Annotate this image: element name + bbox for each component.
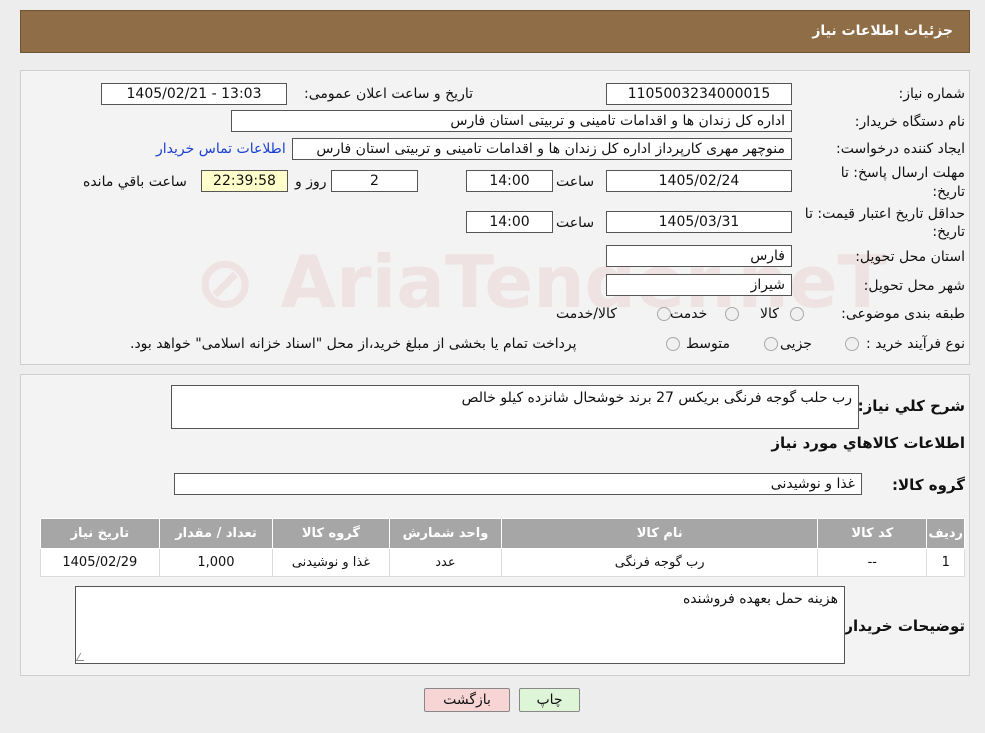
province-label: استان محل تحویل:: [855, 249, 965, 265]
buyer-notes-text: هزینه حمل بعهده فروشنده: [682, 591, 838, 607]
announce-datetime-field: 1405/02/21 - 13:03: [101, 83, 287, 105]
process-option-minor: جزیی: [780, 336, 812, 352]
col-row: رديف: [926, 518, 965, 549]
deadline-time-label: ساعت: [556, 174, 595, 190]
category-label: طبقه بندی موضوعی:: [841, 306, 965, 322]
category-radio-goods[interactable]: [790, 307, 804, 321]
group-field: غذا و نوشیدنی: [174, 473, 862, 495]
print-button[interactable]: چاپ: [519, 688, 580, 712]
col-unit: واحد شمارش: [388, 518, 503, 549]
remaining-time-label: ساعت باقي مانده: [83, 174, 187, 190]
buyer-notes-field: هزینه حمل بعهده فروشنده: [75, 586, 845, 664]
creator-field: منوچهر مهری کارپرداز اداره کل زندان ها و…: [292, 138, 792, 160]
table-row: 1 -- رب گوجه فرنگی عدد غذا و نوشیدنی 1,0…: [40, 548, 965, 577]
col-need-date: تاريخ نياز: [40, 518, 160, 549]
deadline-time-field: 14:00: [466, 170, 553, 192]
announce-label: تاریخ و ساعت اعلان عمومی:: [304, 86, 473, 102]
need-number-label: شماره نیاز:: [898, 86, 966, 102]
cell-code: --: [817, 548, 928, 577]
validity-label-date: تاریخ:: [932, 224, 965, 240]
page-title: جزئیات اطلاعات نیاز: [812, 23, 953, 39]
group-label: گروه کالا:: [892, 476, 965, 494]
col-name: نام کالا: [501, 518, 819, 549]
buyer-field: اداره کل زندان ها و اقدامات تامینی و ترب…: [231, 110, 792, 132]
province-field: فارس: [606, 245, 792, 267]
validity-time-field: 14:00: [466, 211, 553, 233]
summary-label: شرح کلي نياز:: [857, 397, 965, 415]
category-radio-goods-service[interactable]: [657, 307, 671, 321]
deadline-label: مهلت ارسال پاسخ: تا: [840, 165, 965, 181]
buyer-contact-link[interactable]: اطلاعات تماس خریدار: [156, 141, 286, 157]
cell-row: 1: [926, 548, 965, 577]
cell-unit: عدد: [388, 548, 503, 577]
cell-group: غذا و نوشیدنی: [272, 548, 390, 577]
process-treasury-note: پرداخت تمام یا بخشی از مبلغ خرید،از محل …: [130, 336, 577, 352]
validity-date-field: 1405/03/31: [606, 211, 792, 233]
deadline-date-field: 1405/02/24: [606, 170, 792, 192]
process-radio-medium[interactable]: [764, 337, 778, 351]
city-field: شیراز: [606, 274, 792, 296]
process-label: نوع فرآیند خرید :: [866, 336, 965, 352]
creator-label: ایجاد کننده درخواست:: [836, 141, 965, 157]
page-header: جزئیات اطلاعات نیاز: [20, 10, 970, 53]
category-option-goods-service: کالا/خدمت: [556, 306, 617, 322]
cell-need-date: 1405/02/29: [40, 548, 160, 577]
days-label: روز و: [295, 174, 327, 190]
category-option-goods: کالا: [760, 306, 779, 322]
back-button[interactable]: بازگشت: [424, 688, 510, 712]
category-radio-service[interactable]: [725, 307, 739, 321]
col-code: کد کالا: [817, 518, 928, 549]
resize-grip-icon[interactable]: [75, 653, 89, 661]
need-number-field: 1105003234000015: [606, 83, 792, 105]
buyer-notes-label: توضیحات خریدار:: [838, 617, 965, 635]
summary-field: رب حلب گوجه فرنگی بریکس 27 برند خوشحال ش…: [171, 385, 859, 429]
days-remaining-field: 2: [331, 170, 418, 192]
process-radio-minor[interactable]: [845, 337, 859, 351]
process-option-medium: متوسط: [686, 336, 730, 352]
deadline-label-date: تاریخ:: [932, 184, 965, 200]
process-radio-treasury[interactable]: [666, 337, 680, 351]
validity-time-label: ساعت: [556, 215, 595, 231]
remaining-time-field: 22:39:58: [201, 170, 288, 192]
col-group: گروه کالا: [272, 518, 390, 549]
goods-table-header: رديف کد کالا نام کالا واحد شمارش گروه کا…: [40, 518, 965, 549]
buyer-label: نام دستگاه خریدار:: [854, 114, 965, 130]
cell-name: رب گوجه فرنگی: [501, 548, 819, 577]
validity-label: حداقل تاریخ اعتبار قیمت: تا: [804, 206, 965, 222]
goods-section-title: اطلاعات کالاهاي مورد نياز: [771, 434, 965, 452]
city-label: شهر محل تحویل:: [863, 278, 965, 294]
col-quantity: تعداد / مقدار: [158, 518, 274, 549]
cell-quantity: 1,000: [158, 548, 274, 577]
category-option-service: خدمت: [670, 306, 708, 322]
goods-table: رديف کد کالا نام کالا واحد شمارش گروه کا…: [40, 518, 965, 577]
